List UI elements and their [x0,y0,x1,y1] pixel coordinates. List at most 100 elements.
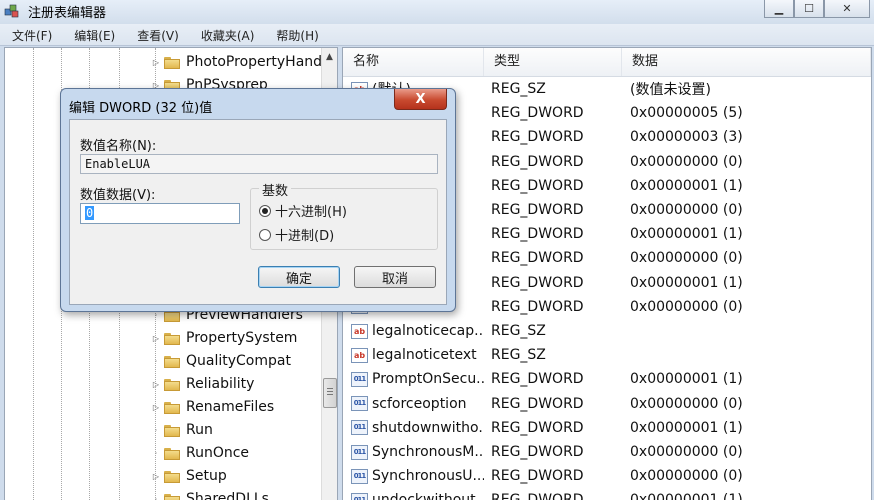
tree-item-label: Run [186,422,213,438]
close-window-button[interactable]: ✕ [824,0,870,18]
minimize-button[interactable]: ▁ [764,0,794,18]
value-data-cell: 0x00000005 (5) [622,105,871,121]
list-row[interactable]: 011scforceoptionREG_DWORD0x00000000 (0) [343,392,871,416]
value-name-cell: 011 SynchronousU... [343,468,484,484]
tree-item[interactable]: ▷Setup [151,465,227,487]
value-name-cell: 011 shutdownwitho... [343,420,484,436]
tree-item-label: QualityCompat [186,353,291,369]
tree-item[interactable]: ·QualityCompat [151,350,291,372]
expand-arrow-icon[interactable]: ▷ [151,380,161,389]
menu-favorites[interactable]: 收藏夹(A) [189,24,265,45]
maximize-icon: ☐ [804,2,814,15]
value-type-cell: REG_DWORD [484,420,622,436]
value-name-cell: ablegalnoticetext [343,347,484,363]
menu-edit[interactable]: 编辑(E) [62,24,125,45]
tree-item[interactable]: · RunOnce [151,442,249,464]
dword-value-icon: 011 [351,469,368,484]
value-name-text: shutdownwitho... [372,420,484,436]
value-type-cell: REG_SZ [484,323,622,339]
value-type-cell: REG_DWORD [484,371,622,387]
folder-icon [164,56,180,69]
scroll-up-icon[interactable]: ▲ [322,52,337,68]
list-row[interactable]: 011 SynchronousU...REG_DWORD0x00000000 (0… [343,464,871,488]
value-name-cell: 011 PromptOnSecu... [343,371,484,387]
tree-guide [33,48,34,500]
tree-item[interactable]: ·SharedDLLs [151,488,269,500]
string-value-icon: ab [351,348,368,363]
value-type-cell: REG_DWORD [484,129,622,145]
radio-selected-icon [259,205,271,217]
value-type-cell: REG_DWORD [484,178,622,194]
registry-editor-icon [4,3,20,19]
hex-radio[interactable]: 十六进制(H) [259,201,347,220]
menu-help[interactable]: 帮助(H) [264,24,328,45]
dialog-close-button[interactable]: X [394,89,447,110]
expand-arrow-icon[interactable]: ▷ [151,403,161,412]
tree-item[interactable]: ▷ RenameFiles [151,396,274,418]
value-name-text: scforceoption [372,396,467,412]
folder-icon [164,355,180,368]
list-row[interactable]: 011shutdownwitho...REG_DWORD0x00000001 (… [343,416,871,440]
tree-item-label: RunOnce [186,445,249,461]
value-data-cell: (数值未设置) [622,79,871,99]
value-type-cell: REG_DWORD [484,250,622,266]
value-data-cell: 0x00000000 (0) [622,444,871,460]
dword-value-icon: 011 [351,372,368,387]
ok-button[interactable]: 确定 [258,266,340,288]
column-name-header[interactable]: 名称 [343,48,484,76]
radio-unselected-icon [259,229,271,241]
value-name-label: 数值名称(N): [80,135,156,154]
value-data-input[interactable]: 0 [80,203,240,224]
window-controls: ▁ ☐ ✕ [764,0,870,18]
tree-item[interactable]: ▷PropertySystem [151,327,297,349]
value-type-cell: REG_DWORD [484,154,622,170]
value-name-cell: 011scforceoption [343,396,484,412]
column-type-header[interactable]: 类型 [484,48,622,76]
value-type-cell: REG_DWORD [484,275,622,291]
value-type-cell: REG_DWORD [484,226,622,242]
cancel-button[interactable]: 取消 [354,266,436,288]
value-data-cell: 0x00000000 (0) [622,202,871,218]
scroll-thumb[interactable] [323,378,337,408]
dec-radio[interactable]: 十进制(D) [259,225,334,244]
list-header: 名称 类型 数据 [343,48,871,77]
title-bar: 注册表编辑器 ▁ ☐ ✕ [0,0,874,24]
tree-leaf-spacer: · [151,449,161,458]
folder-icon [164,378,180,391]
value-type-cell: REG_DWORD [484,468,622,484]
menu-file[interactable]: 文件(F) [0,24,62,45]
list-row[interactable]: ablegalnoticetextREG_SZ [343,343,871,367]
dialog-title: 编辑 DWORD (32 位)值 [69,97,212,116]
value-type-cell: REG_DWORD [484,396,622,412]
maximize-button[interactable]: ☐ [794,0,824,18]
value-type-cell: REG_DWORD [484,105,622,121]
tree-item[interactable]: ·Run [151,419,213,441]
expand-arrow-icon[interactable]: ▷ [151,472,161,481]
value-name-text: PromptOnSecu... [372,371,484,387]
folder-icon [164,447,180,460]
column-data-header[interactable]: 数据 [622,48,871,76]
value-name-text: SynchronousM... [372,444,484,460]
menu-view[interactable]: 查看(V) [125,24,189,45]
expand-arrow-icon[interactable]: ▷ [151,58,161,67]
value-name-cell: ablegalnoticecap... [343,323,484,339]
value-data-cell: 0x00000001 (1) [622,371,871,387]
list-row[interactable]: 011 PromptOnSecu...REG_DWORD0x00000001 (1… [343,367,871,391]
dword-value-icon: 011 [351,420,368,435]
value-data-cell: 0x00000000 (0) [622,468,871,484]
value-data-cell: 0x00000001 (1) [622,275,871,291]
folder-icon [164,332,180,345]
value-type-cell: REG_DWORD [484,299,622,315]
value-data-text: 0 [85,206,94,220]
value-name-text: SynchronousU... [372,468,484,484]
list-row[interactable]: ablegalnoticecap...REG_SZ [343,319,871,343]
value-name-cell: 011SynchronousM... [343,444,484,460]
tree-item[interactable]: ▷ Reliability [151,373,254,395]
tree-item[interactable]: ▷PhotoPropertyHand [151,51,322,73]
expand-arrow-icon[interactable]: ▷ [151,334,161,343]
list-row[interactable]: 011undockwithout...REG_DWORD0x00000001 (… [343,488,871,500]
value-data-cell: 0x00000003 (3) [622,129,871,145]
tree-item-label: RenameFiles [186,399,274,415]
list-row[interactable]: 011SynchronousM...REG_DWORD0x00000000 (0… [343,440,871,464]
tree-item-label: Reliability [186,376,254,392]
